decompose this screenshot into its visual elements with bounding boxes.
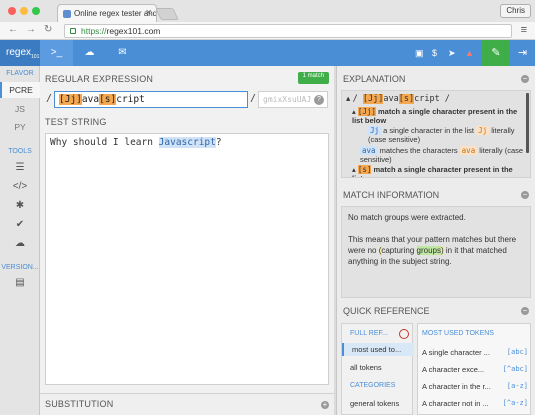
minimize-window-button[interactable] bbox=[20, 7, 28, 15]
explanation-scrollbar[interactable] bbox=[526, 93, 529, 153]
profile-button[interactable]: Chris bbox=[500, 4, 531, 18]
help-icon[interactable]: ? bbox=[314, 95, 324, 105]
browser-menu-icon[interactable]: ≡ bbox=[521, 24, 527, 36]
forward-arrow-icon[interactable]: → bbox=[26, 24, 36, 35]
dollar-icon[interactable]: $ bbox=[432, 48, 437, 58]
match-count-badge: 1 match bbox=[297, 72, 329, 84]
substitution-title: SUBSTITUTION bbox=[45, 399, 114, 409]
version-label: VERSION... bbox=[1, 264, 39, 271]
cloud-icon[interactable]: ☁ bbox=[73, 40, 106, 66]
category-most-used[interactable]: most used to... bbox=[342, 343, 414, 356]
most-used-tokens-heading: MOST USED TOKENS bbox=[422, 330, 494, 337]
tools-label: TOOLS bbox=[8, 148, 32, 155]
regex-token-charset: [Jj] bbox=[59, 94, 82, 105]
list-icon[interactable]: ▣ bbox=[415, 48, 424, 59]
check-icon[interactable]: ✔ bbox=[0, 219, 40, 230]
category-all-tokens[interactable]: all tokens bbox=[342, 363, 414, 372]
reload-icon[interactable]: ↻ bbox=[44, 24, 52, 35]
match-info-line: No match groups were extracted. bbox=[348, 213, 466, 222]
token-row[interactable]: A character not in ... [^a-z] bbox=[418, 399, 532, 411]
browser-tab[interactable]: Online regex tester and de ✕ bbox=[57, 4, 157, 22]
wrench-icon[interactable]: ✎ bbox=[482, 40, 510, 66]
maximize-window-button[interactable] bbox=[32, 7, 40, 15]
quick-reference-categories: FULL REF... most used to... all tokens C… bbox=[341, 323, 414, 415]
bug-icon[interactable]: ✱ bbox=[0, 200, 40, 211]
chat-icon[interactable]: ✉ bbox=[106, 40, 139, 66]
tab-close-icon[interactable]: ✕ bbox=[145, 8, 152, 17]
regex-title: REGULAR EXPRESSION bbox=[45, 74, 154, 84]
quick-reference-title: QUICK REFERENCE bbox=[343, 306, 430, 316]
flavor-pcre[interactable]: PCRE bbox=[0, 82, 40, 98]
test-string-prefix: Why should I learn bbox=[50, 137, 159, 148]
browser-tab-bar: Online regex tester and de ✕ Chris bbox=[0, 0, 535, 22]
regex-open-delimiter: / bbox=[46, 93, 53, 104]
regex101-logo[interactable]: regex101 bbox=[0, 40, 40, 66]
category-general-tokens[interactable]: general tokens bbox=[342, 399, 414, 408]
token-row[interactable]: A character exce... [^abc] bbox=[418, 365, 532, 377]
list-tool-icon[interactable]: ☰ bbox=[0, 162, 40, 173]
lock-icon bbox=[70, 28, 76, 34]
match-highlight: Javascript bbox=[158, 137, 216, 148]
explanation-box: ▴ / [Jj]ava[s]cript / ▴ [Jj] match a sin… bbox=[341, 90, 531, 178]
collapse-icon[interactable]: − bbox=[521, 75, 529, 83]
editor-panel: REGULAR EXPRESSION 1 match / [Jj]ava[s]c… bbox=[40, 66, 334, 415]
sign-in-icon[interactable]: ⇥ bbox=[510, 40, 535, 66]
code-icon[interactable]: </> bbox=[0, 181, 40, 192]
explanation-header: ▴ / [Jj]ava[s]cript / bbox=[346, 93, 450, 104]
regex-input[interactable]: [Jj]ava[s]cript bbox=[54, 91, 248, 108]
app-header: regex101 >_ ☁ ✉ ▣ $ ➤ ▲ ✎ ⇥ bbox=[0, 40, 535, 66]
test-string-suffix: ? bbox=[215, 137, 222, 148]
match-info-paragraph: This means that your pattern matches but… bbox=[348, 235, 517, 266]
explanation-item: Jj a single character in the list Jj lit… bbox=[368, 126, 515, 144]
regex-token-charset: [s] bbox=[99, 94, 117, 105]
search-icon[interactable] bbox=[399, 329, 409, 339]
flags-placeholder: gmixXsuUAJ bbox=[263, 95, 312, 104]
regex-flags-input[interactable]: gmixXsuUAJ ? bbox=[258, 91, 328, 108]
explanation-item: ▴ [s] match a single character present i… bbox=[352, 165, 513, 177]
send-icon[interactable]: ➤ bbox=[448, 48, 456, 59]
explanation-title: EXPLANATION bbox=[343, 74, 406, 84]
regex-close-delimiter: / bbox=[250, 93, 257, 104]
quick-reference-tokens: MOST USED TOKENS A single character ...[… bbox=[417, 323, 531, 415]
match-info-title: MATCH INFORMATION bbox=[343, 190, 440, 200]
token-row[interactable]: A single character ... [abc] bbox=[418, 348, 532, 360]
match-info-box: No match groups were extracted. This mea… bbox=[341, 206, 531, 298]
flavor-py[interactable]: PY bbox=[0, 122, 40, 132]
flavor-label: FLAVOR bbox=[6, 70, 34, 77]
back-arrow-icon[interactable]: ← bbox=[8, 24, 18, 35]
regex101-favicon-icon bbox=[63, 10, 71, 18]
url-scheme: https:// bbox=[81, 26, 107, 36]
address-bar[interactable]: https://regex101.com bbox=[64, 24, 512, 38]
categories-label: CATEGORIES bbox=[350, 382, 396, 389]
substitution-bar[interactable]: SUBSTITUTION + bbox=[40, 393, 334, 415]
left-sidebar: FLAVOR PCRE JS PY TOOLS ☰ </> ✱ ✔ ☁ VERS… bbox=[0, 66, 40, 415]
browser-toolbar: ← → ↻ https://regex101.com ≡ bbox=[0, 22, 535, 40]
close-window-button[interactable] bbox=[8, 7, 16, 15]
new-tab-button[interactable] bbox=[155, 8, 179, 20]
regex-token-literal: cript bbox=[116, 94, 145, 105]
regex-token-literal: ava bbox=[81, 94, 100, 105]
explanation-item: ▴ [Jj] match a single character present … bbox=[352, 107, 518, 125]
token-row[interactable]: A character in the r... [a-z] bbox=[418, 382, 532, 394]
explanation-item: ava matches the characters ava literally… bbox=[360, 146, 524, 164]
info-panel: EXPLANATION − ▴ / [Jj]ava[s]cript / ▴ [J… bbox=[336, 66, 535, 415]
collapse-icon[interactable]: − bbox=[521, 191, 529, 199]
test-string-input[interactable]: Why should I learn Javascript? bbox=[45, 133, 329, 385]
alert-icon[interactable]: ▲ bbox=[465, 48, 474, 58]
save-icon[interactable]: ▤ bbox=[0, 277, 40, 288]
prompt-icon[interactable]: >_ bbox=[40, 40, 73, 66]
expand-plus-icon[interactable]: + bbox=[321, 401, 329, 409]
flavor-js[interactable]: JS bbox=[0, 104, 40, 114]
url-host: regex101.com bbox=[106, 26, 161, 36]
test-string-title: TEST STRING bbox=[45, 117, 107, 127]
upload-icon[interactable]: ☁ bbox=[0, 238, 40, 249]
collapse-icon[interactable]: − bbox=[521, 307, 529, 315]
